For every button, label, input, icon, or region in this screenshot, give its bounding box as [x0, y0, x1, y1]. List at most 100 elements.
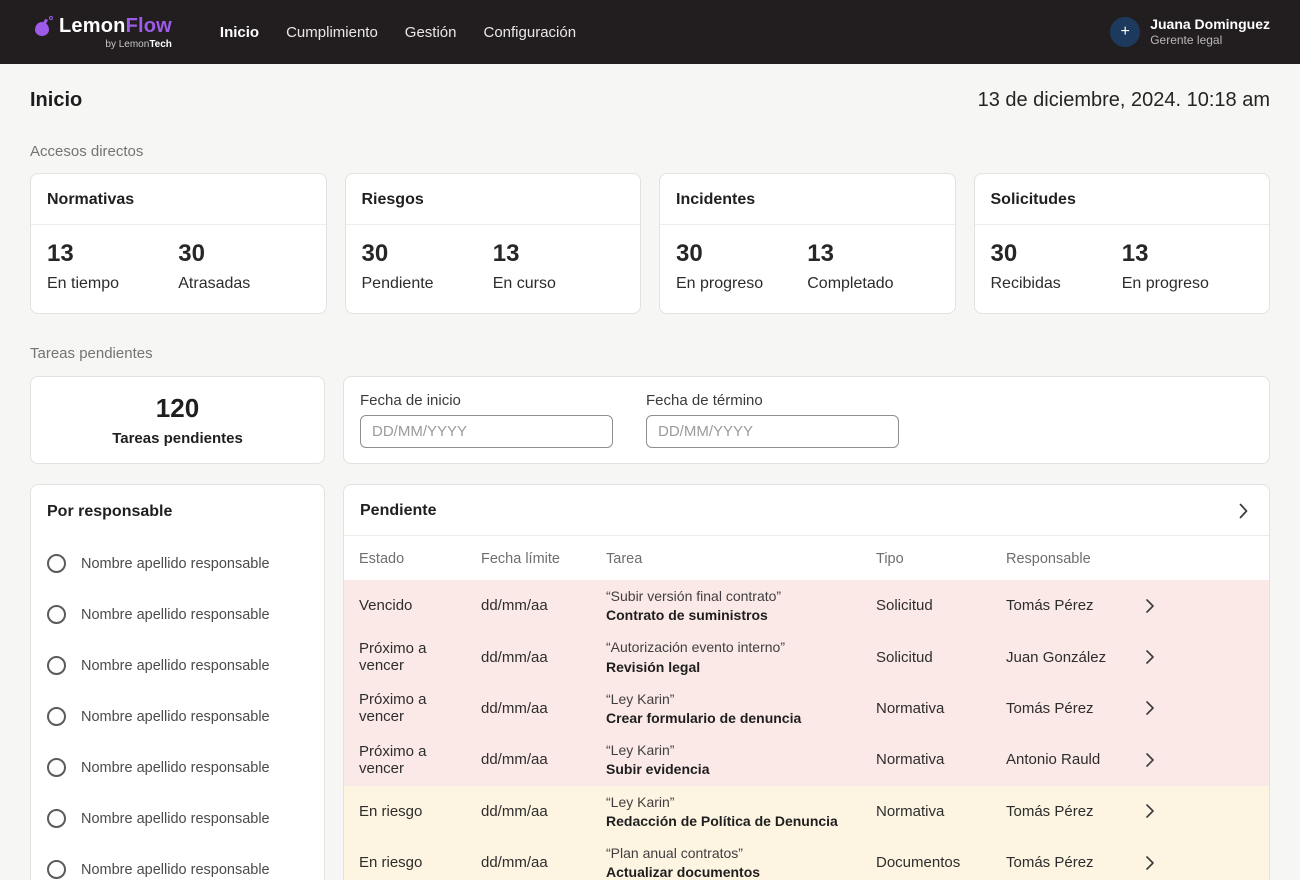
user-name: Juana Dominguez [1150, 16, 1270, 33]
task-fecha-limite: dd/mm/aa [481, 854, 548, 872]
responsible-option[interactable]: Nombre apellido responsable [47, 640, 308, 691]
start-date-input[interactable] [360, 415, 613, 448]
task-fecha-limite: dd/mm/aa [481, 802, 548, 820]
stat-value: 30 [990, 240, 1018, 267]
chevron-right-icon[interactable] [1239, 503, 1248, 519]
task-reference: “Plan anual contratos” [606, 844, 743, 861]
radio-button-icon[interactable] [47, 758, 66, 777]
responsible-option-label: Nombre apellido responsable [81, 657, 270, 674]
task-responsable: Tomás Pérez [1006, 854, 1094, 872]
chevron-right-icon[interactable] [1146, 598, 1186, 613]
radio-button-icon[interactable] [47, 656, 66, 675]
responsible-option-label: Nombre apellido responsable [81, 606, 270, 623]
task-tarea: “Ley Karin” Subir evidencia [606, 734, 876, 785]
task-row[interactable]: En riesgo dd/mm/aa “Plan anual contratos… [344, 836, 1269, 880]
responsible-option[interactable]: Nombre apellido responsable [47, 742, 308, 793]
task-estado: Próximo a vencer [359, 742, 427, 777]
shortcut-card-title: Solicitudes [974, 174, 1269, 225]
responsible-option-label: Nombre apellido responsable [81, 555, 270, 572]
task-tarea: “Ley Karin” Redacción de Política de Den… [606, 786, 876, 837]
stat-block: 13 En progreso [1122, 240, 1253, 293]
tasks-detail-row: Por responsable Nombre apellido responsa… [30, 484, 1270, 880]
chevron-right-icon[interactable] [1146, 701, 1186, 716]
task-estado: Próximo a vencer [359, 691, 427, 726]
task-row[interactable]: Vencido dd/mm/aa “Subir versión final co… [344, 580, 1269, 632]
stat-value: 30 [178, 240, 205, 267]
nav-item[interactable]: Configuración [484, 24, 577, 41]
task-responsable: Tomás Pérez [1006, 597, 1094, 615]
radio-button-icon[interactable] [47, 707, 66, 726]
brand-byline: by LemonTech [105, 38, 172, 50]
pending-tasks-table-card: Pendiente Estado Fecha límite Tarea Tipo… [343, 484, 1270, 880]
task-responsable: Tomás Pérez [1006, 699, 1094, 717]
shortcut-card[interactable]: Incidentes 30 En progreso 13 Completado [659, 173, 956, 314]
task-row[interactable]: Próximo a vencer dd/mm/aa “Autorización … [344, 631, 1269, 683]
task-estado: Próximo a vencer [359, 640, 427, 675]
user-avatar[interactable]: + [1110, 17, 1141, 47]
lemon-icon [35, 16, 53, 36]
end-date-input[interactable] [646, 415, 899, 448]
task-tipo: Normativa [876, 699, 945, 717]
stat-label: Atrasadas [178, 275, 251, 292]
chevron-right-icon[interactable] [1146, 650, 1186, 664]
stat-block: 30 Recibidas [991, 240, 1122, 293]
stat-value: 13 [807, 240, 834, 267]
stat-label: En progreso [1121, 275, 1209, 292]
task-fecha-limite: dd/mm/aa [481, 597, 548, 615]
radio-button-icon[interactable] [47, 605, 66, 624]
shortcuts-section-label: Accesos directos [30, 143, 144, 160]
stat-value: 30 [676, 240, 703, 267]
nav-item[interactable]: Gestión [405, 24, 457, 41]
user-menu[interactable]: + Juana Dominguez Gerente legal [1110, 16, 1270, 47]
responsible-option[interactable]: Nombre apellido responsable [47, 589, 308, 640]
responsible-option[interactable]: Nombre apellido responsable [47, 793, 308, 844]
task-name: Actualizar documentos [606, 864, 761, 880]
radio-button-icon[interactable] [47, 809, 66, 828]
brand-name: LemonFlow [59, 14, 172, 37]
stat-label: Completado [807, 275, 894, 292]
stat-label: En tiempo [47, 275, 120, 292]
stat-block: 30 En progreso [676, 240, 807, 293]
shortcut-card-title: Normativas [31, 174, 326, 225]
lemonflow-logo[interactable]: LemonFlow by LemonTech [35, 15, 172, 50]
page-header: Inicio 13 de diciembre, 2024. 10:18 am [30, 89, 1270, 112]
task-name: Crear formulario de denuncia [606, 709, 802, 726]
task-responsable: Antonio Rauld [1006, 751, 1101, 769]
stat-label: Recibidas [990, 275, 1061, 292]
task-name: Redacción de Política de Denuncia [606, 812, 838, 829]
task-row[interactable]: Próximo a vencer dd/mm/aa “Ley Karin” Cr… [344, 682, 1269, 735]
chevron-right-icon[interactable] [1146, 753, 1186, 767]
task-name: Revisión legal [606, 658, 701, 675]
date-filter-card: Fecha de inicio Fecha de término [343, 376, 1270, 464]
shortcut-card[interactable]: Solicitudes 30 Recibidas 13 En progreso [973, 173, 1270, 314]
responsible-option[interactable]: Nombre apellido responsable [47, 538, 308, 589]
start-date-field-group: Fecha de inicio [360, 392, 613, 448]
responsible-option-label: Nombre apellido responsable [81, 810, 270, 827]
nav-item[interactable]: Cumplimiento [286, 24, 378, 41]
responsible-option[interactable]: Nombre apellido responsable [47, 691, 308, 742]
chevron-right-icon[interactable] [1146, 855, 1186, 870]
task-row[interactable]: Próximo a vencer dd/mm/aa “Ley Karin” Su… [344, 734, 1269, 786]
user-role: Gerente legal [1150, 33, 1223, 48]
responsible-filter-card: Por responsable Nombre apellido responsa… [30, 484, 325, 880]
task-estado: En riesgo [359, 854, 423, 872]
chevron-right-icon[interactable] [1146, 804, 1186, 818]
table-column-headers: Estado Fecha límite Tarea Tipo Responsab… [344, 536, 1269, 580]
task-responsable: Tomás Pérez [1006, 802, 1094, 820]
pending-table-header[interactable]: Pendiente [344, 485, 1269, 536]
task-fecha-limite: dd/mm/aa [481, 648, 548, 666]
stat-value: 30 [361, 240, 389, 267]
radio-button-icon[interactable] [47, 860, 66, 879]
task-row[interactable]: En riesgo dd/mm/aa “Ley Karin” Redacción… [344, 785, 1269, 837]
task-estado: Vencido [359, 597, 413, 615]
col-fecha-limite: Fecha límite [481, 551, 560, 567]
shortcut-card[interactable]: Normativas 13 En tiempo 30 Atrasadas [30, 173, 327, 314]
nav-item[interactable]: Inicio [220, 24, 259, 41]
shortcut-card[interactable]: Riesgos 30 Pendiente 13 En curso [344, 173, 641, 314]
col-estado: Estado [359, 551, 405, 567]
stat-label: Pendiente [361, 275, 434, 292]
pending-table-title: Pendiente [360, 502, 437, 519]
stat-block: 30 Atrasadas [178, 240, 309, 293]
responsible-option[interactable]: Nombre apellido responsable [47, 844, 308, 880]
radio-button-icon[interactable] [47, 554, 66, 573]
